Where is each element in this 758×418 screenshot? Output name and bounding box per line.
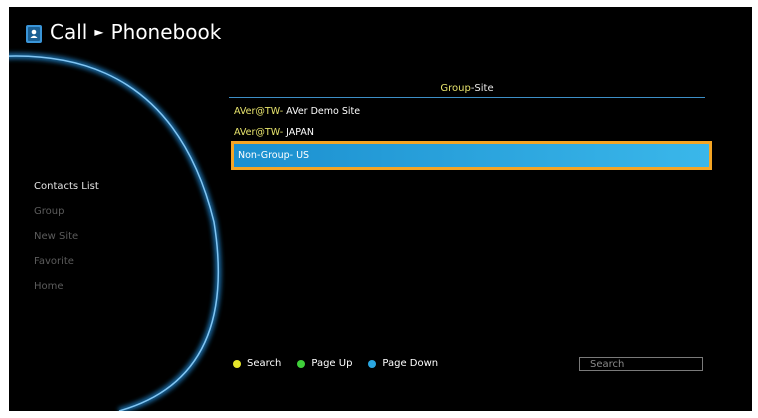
- list-item-site: US: [293, 150, 310, 161]
- blue-key-icon: [368, 359, 377, 368]
- sidebar-item-favorite[interactable]: Favorite: [34, 249, 99, 274]
- page-up-label: Page Up: [311, 358, 353, 369]
- green-key-icon: [297, 359, 306, 368]
- list-item-group: Non-Group-: [238, 150, 294, 161]
- list-item-selected[interactable]: Non-Group- US: [231, 141, 712, 170]
- phonebook-icon: [26, 25, 42, 43]
- list-header: Group-Site: [229, 83, 705, 94]
- breadcrumb-separator: ►: [94, 25, 104, 39]
- list-item-group: AVer@TW-: [234, 127, 284, 138]
- key-legend: Search Page Up Page Down: [233, 358, 454, 369]
- page-title: Phonebook: [110, 20, 222, 44]
- page-down-key-hint[interactable]: Page Down: [368, 358, 438, 369]
- list-item[interactable]: AVer@TW- JAPAN: [234, 124, 704, 142]
- search-key-hint[interactable]: Search: [233, 358, 281, 369]
- sidebar-item-home[interactable]: Home: [34, 274, 99, 299]
- search-key-label: Search: [247, 358, 282, 369]
- decorative-arc: [9, 53, 222, 411]
- list-item-site: JAPAN: [283, 127, 315, 138]
- screen-header: Call ► Phonebook: [26, 20, 221, 44]
- sidebar-menu: Contacts List Group New Site Favorite Ho…: [34, 174, 99, 299]
- list-header-group: Group: [440, 83, 471, 94]
- yellow-key-icon: [233, 359, 241, 368]
- page-up-key-hint[interactable]: Page Up: [297, 358, 352, 369]
- list-item[interactable]: AVer@TW- AVer Demo Site: [234, 103, 704, 121]
- sidebar-item-contacts-list[interactable]: Contacts List: [34, 174, 99, 199]
- list-item-group: AVer@TW-: [234, 106, 284, 117]
- phonebook-screen: Call ► Phonebook Contacts List Group New…: [9, 7, 752, 411]
- page-down-label: Page Down: [382, 358, 439, 369]
- search-input[interactable]: Search: [579, 357, 703, 371]
- list-header-divider: [229, 97, 705, 98]
- header-app-label: Call: [50, 20, 88, 44]
- sidebar-item-group[interactable]: Group: [34, 199, 99, 224]
- list-item-site: AVer Demo Site: [283, 106, 361, 117]
- list-header-site: -Site: [470, 83, 494, 94]
- sidebar-item-new-site[interactable]: New Site: [34, 224, 99, 249]
